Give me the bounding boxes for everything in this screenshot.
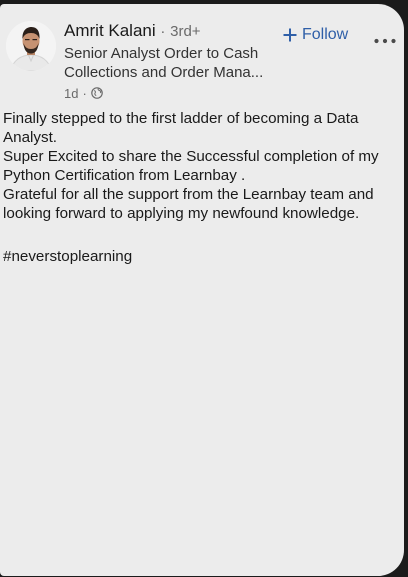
meta-separator: · bbox=[82, 85, 87, 101]
author-headline: Senior Analyst Order to Cash Collections… bbox=[64, 44, 294, 82]
author-headline-line: Collections and Order Mana... bbox=[64, 64, 264, 81]
connection-degree: 3rd+ bbox=[170, 23, 201, 40]
post-body-line: Analyst. bbox=[3, 129, 58, 146]
globe-icon bbox=[91, 87, 103, 99]
follow-button[interactable]: Follow bbox=[283, 26, 348, 44]
screen: Amrit Kalani · 3rd+ Senior Analyst Order… bbox=[0, 0, 408, 577]
hashtag-link[interactable]: #neverstoplearning bbox=[3, 247, 132, 266]
post-body-line: Super Excited to share the Successful co… bbox=[3, 148, 379, 165]
author-name[interactable]: Amrit Kalani bbox=[64, 21, 156, 40]
more-options-icon[interactable] bbox=[373, 32, 397, 44]
post-age: 1d bbox=[64, 85, 79, 101]
post-card: Amrit Kalani · 3rd+ Senior Analyst Order… bbox=[0, 4, 404, 576]
avatar[interactable] bbox=[6, 21, 56, 71]
post-body-line: Finally stepped to the first ladder of b… bbox=[3, 110, 359, 127]
post-body-line: Python Certification from Learnbay . bbox=[3, 167, 246, 184]
post-body-line: Grateful for all the support from the Le… bbox=[3, 186, 374, 203]
avatar-image bbox=[6, 21, 56, 71]
author-headline-line: Senior Analyst Order to Cash bbox=[64, 45, 259, 62]
author-name-line: Amrit Kalani · 3rd+ bbox=[64, 20, 294, 43]
post-meta: 1d · bbox=[64, 85, 294, 101]
author-block: Amrit Kalani · 3rd+ Senior Analyst Order… bbox=[64, 20, 294, 101]
plus-icon bbox=[283, 28, 297, 42]
post-body: Finally stepped to the first ladder of b… bbox=[3, 109, 401, 223]
degree-separator: · bbox=[160, 23, 166, 40]
follow-label: Follow bbox=[302, 26, 349, 43]
post-header: Amrit Kalani · 3rd+ Senior Analyst Order… bbox=[0, 4, 404, 101]
post-body-line: looking forward to applying my newfound … bbox=[3, 205, 360, 222]
